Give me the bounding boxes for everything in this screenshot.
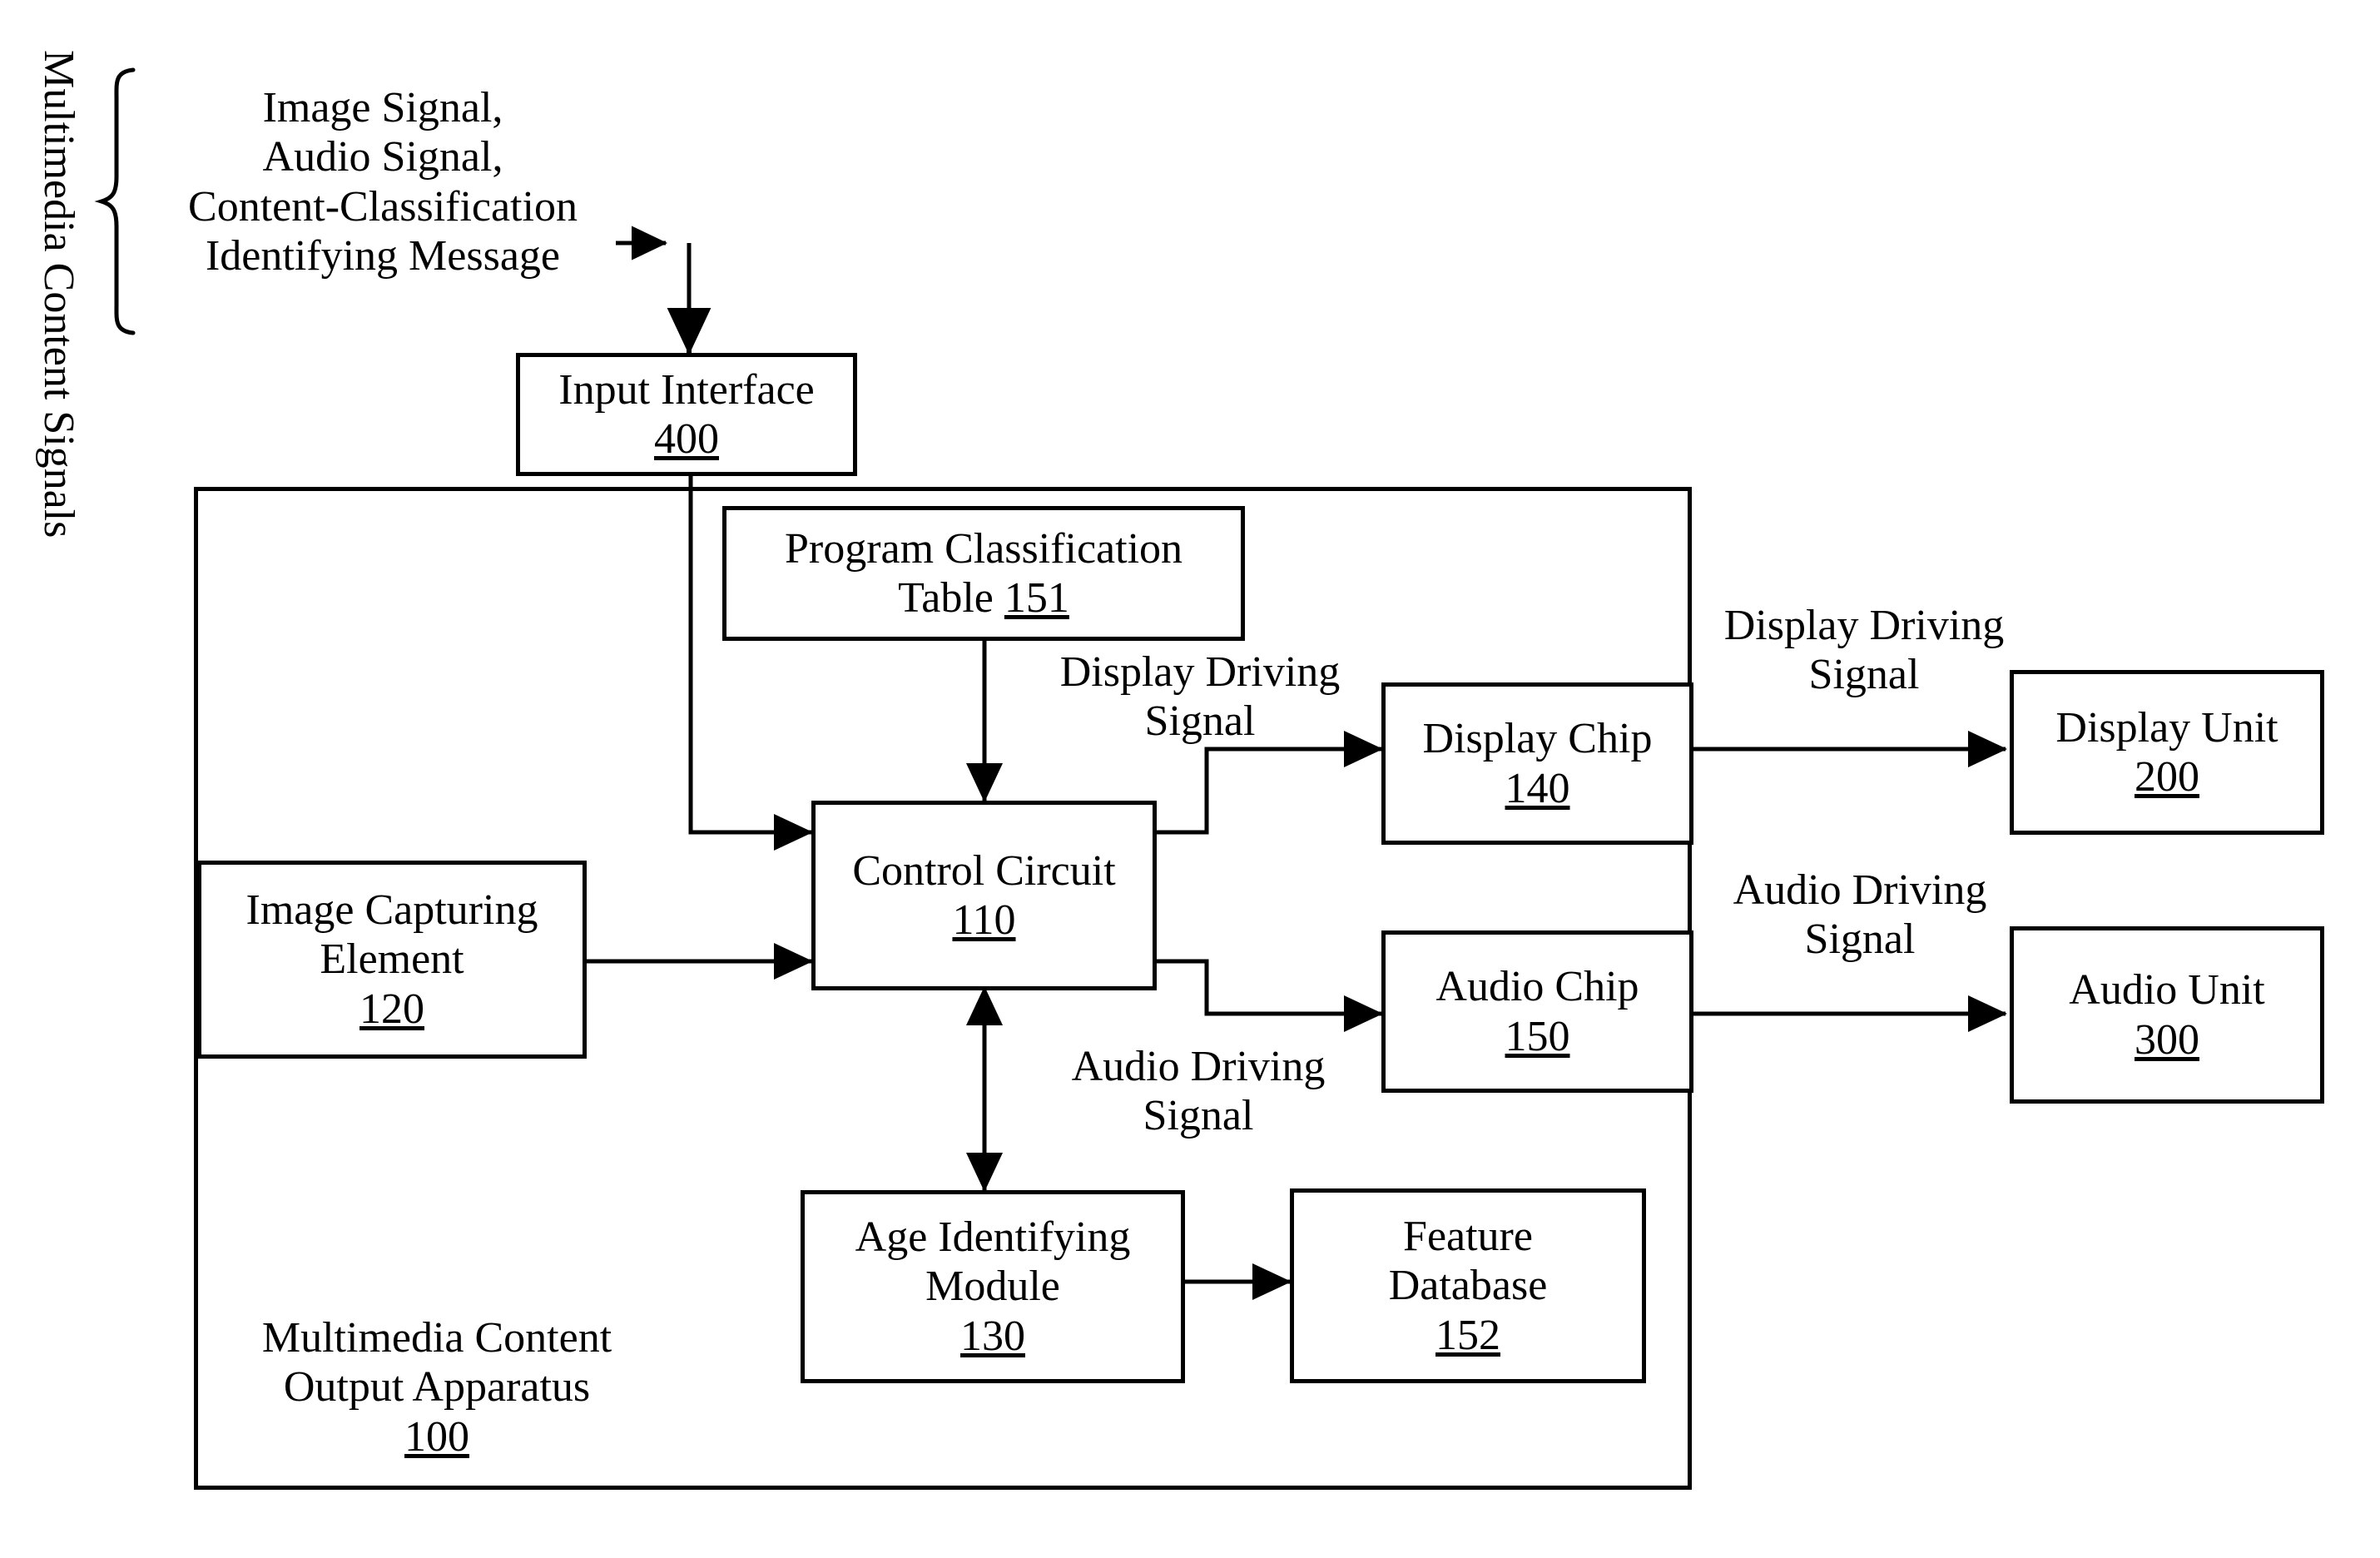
apparatus-caption: Multimedia Content Output Apparatus 100 xyxy=(216,1313,657,1461)
block-display-unit[interactable]: Display Unit 200 xyxy=(2010,670,2324,835)
audio-chip-number: 150 xyxy=(1505,1012,1570,1060)
block-input-interface[interactable]: Input Interface 400 xyxy=(516,353,857,476)
block-audio-chip[interactable]: Audio Chip 150 xyxy=(1381,930,1693,1093)
block-image-capturing-element[interactable]: Image Capturing Element 120 xyxy=(197,861,587,1059)
image-capturing-element-number: 120 xyxy=(359,985,424,1033)
label-audio-driving-signal-outer: Audio Driving Signal xyxy=(1693,866,2026,965)
label-display-driving-signal-inner: Display Driving Signal xyxy=(1025,648,1375,747)
apparatus-caption-line-1: Multimedia Content xyxy=(261,1314,612,1362)
input-signal-line-3: Content-Classification xyxy=(188,182,578,231)
block-program-classification-table[interactable]: Program Classification Table 151 xyxy=(722,506,1245,641)
feature-database-number: 152 xyxy=(1435,1311,1500,1359)
figure-canvas: Multimedia Content Signals Image Signal,… xyxy=(0,0,2380,1558)
audio-driving-outer-line-2: Signal xyxy=(1804,915,1916,964)
age-identifying-module-number: 130 xyxy=(960,1312,1025,1360)
display-driving-outer-line-1: Display Driving xyxy=(1723,602,2005,649)
apparatus-caption-number: 100 xyxy=(404,1412,469,1461)
display-driving-inner-line-1: Display Driving xyxy=(1059,648,1341,696)
age-identifying-module-title-line-2: Module xyxy=(925,1263,1060,1311)
input-signals-label: Image Signal, Audio Signal, Content-Clas… xyxy=(125,83,641,280)
audio-driving-inner-line-1: Audio Driving xyxy=(1071,1043,1326,1090)
apparatus-caption-line-2: Output Apparatus xyxy=(283,1363,591,1412)
control-circuit-title: Control Circuit xyxy=(852,846,1116,895)
input-signal-line-2: Audio Signal, xyxy=(262,133,503,181)
audio-driving-inner-line-2: Signal xyxy=(1143,1092,1254,1140)
label-audio-driving-signal-inner: Audio Driving Signal xyxy=(1032,1042,1365,1141)
input-interface-number: 400 xyxy=(654,415,719,463)
display-driving-outer-line-2: Signal xyxy=(1808,651,1920,699)
display-chip-number: 140 xyxy=(1505,764,1570,812)
audio-chip-title: Audio Chip xyxy=(1435,963,1639,1011)
image-capturing-element-title-line-1: Image Capturing xyxy=(245,886,538,935)
audio-driving-outer-line-1: Audio Driving xyxy=(1733,866,1987,914)
input-signal-line-1: Image Signal, xyxy=(262,84,503,131)
feature-database-title-line-2: Database xyxy=(1388,1262,1548,1310)
display-chip-title: Display Chip xyxy=(1422,715,1653,763)
input-interface-title: Input Interface xyxy=(558,365,815,414)
block-age-identifying-module[interactable]: Age Identifying Module 130 xyxy=(801,1190,1185,1383)
input-signal-line-4: Identifying Message xyxy=(205,231,560,280)
program-classification-table-title-line-1: Program Classification xyxy=(784,524,1183,573)
age-identifying-module-title-line-1: Age Identifying xyxy=(855,1213,1131,1262)
audio-unit-title: Audio Unit xyxy=(2069,966,2265,1015)
control-circuit-number: 110 xyxy=(952,896,1016,944)
block-audio-unit[interactable]: Audio Unit 300 xyxy=(2010,926,2324,1104)
label-display-driving-signal-outer: Display Driving Signal xyxy=(1689,601,2039,700)
display-driving-inner-line-2: Signal xyxy=(1144,697,1256,746)
feature-database-title-line-1: Feature xyxy=(1403,1213,1533,1261)
image-capturing-element-title-line-2: Element xyxy=(320,935,464,984)
block-control-circuit[interactable]: Control Circuit 110 xyxy=(811,801,1157,990)
block-feature-database[interactable]: Feature Database 152 xyxy=(1290,1188,1646,1383)
audio-unit-number: 300 xyxy=(2135,1015,2199,1064)
program-classification-table-title-line-2-wrap: Table 151 xyxy=(898,573,1069,623)
block-display-chip[interactable]: Display Chip 140 xyxy=(1381,682,1693,845)
display-unit-title: Display Unit xyxy=(2055,703,2278,752)
program-classification-table-title-line-2: Table xyxy=(898,574,994,622)
display-unit-number: 200 xyxy=(2135,753,2199,801)
multimedia-content-signals-caption: Multimedia Content Signals xyxy=(35,50,82,538)
program-classification-table-number: 151 xyxy=(1004,574,1069,622)
